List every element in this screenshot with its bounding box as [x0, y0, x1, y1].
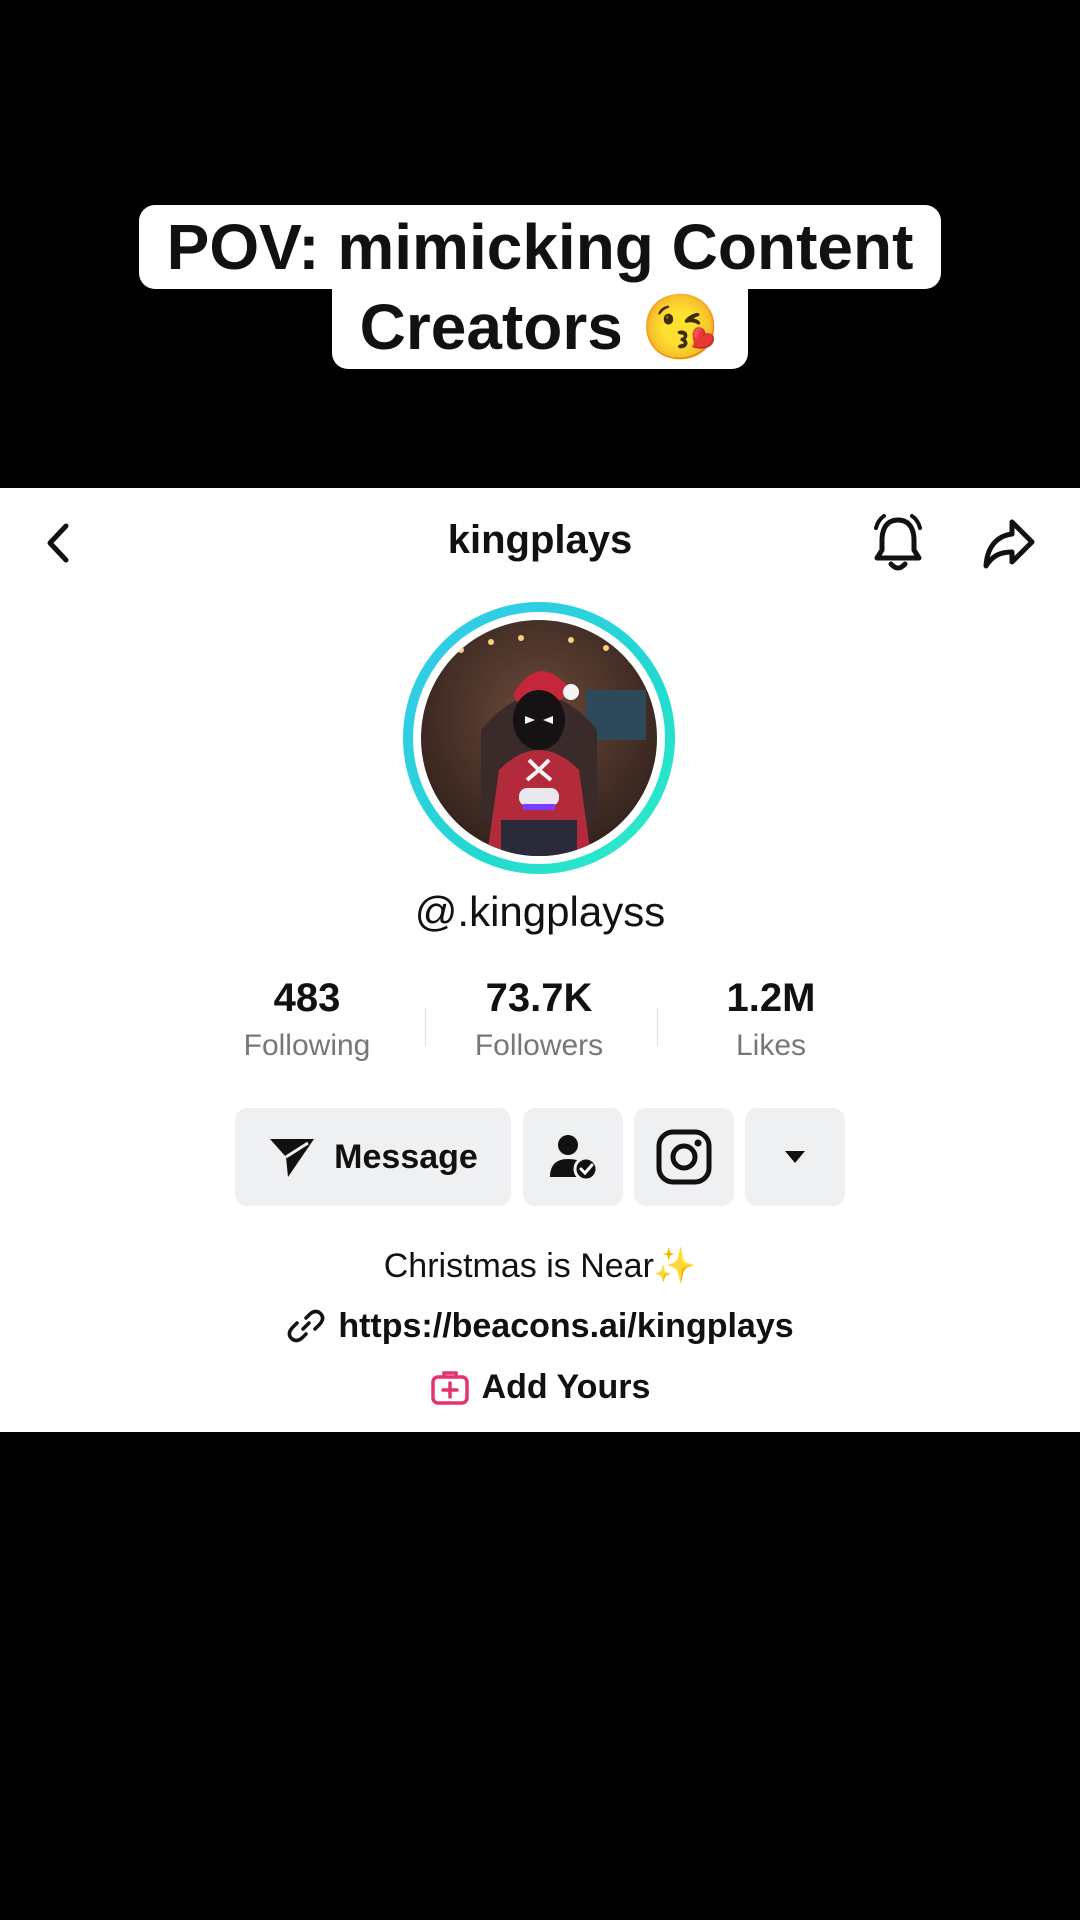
stat-value: 73.7K	[485, 976, 593, 1020]
message-label: Message	[334, 1137, 478, 1176]
avatar[interactable]	[421, 620, 657, 856]
caption-line-2: Creators 😘	[331, 285, 749, 369]
caret-down-icon	[785, 1151, 805, 1163]
profile-panel: kingplays @.kingplayss 483 Following 73.…	[0, 488, 1080, 1432]
stat-value: 1.2M	[726, 976, 816, 1020]
stat-label: Likes	[735, 1029, 807, 1062]
add-yours-icon	[430, 1370, 469, 1405]
instagram-icon	[656, 1129, 712, 1185]
send-icon	[270, 1139, 315, 1177]
share-arrow-icon[interactable]	[980, 514, 1038, 572]
avatar-ring[interactable]	[403, 602, 675, 874]
stat-divider	[425, 1008, 426, 1046]
more-dropdown-button[interactable]	[745, 1108, 845, 1206]
add-yours-label: Add Yours	[481, 1368, 651, 1406]
bio-text: Christmas is Near✨	[383, 1247, 697, 1285]
friends-button[interactable]	[523, 1108, 623, 1206]
message-button[interactable]: Message	[235, 1108, 511, 1206]
caption-line-1: POV: mimicking Content	[138, 205, 942, 289]
stat-label: Following	[243, 1029, 371, 1062]
user-check-icon	[550, 1135, 598, 1181]
username-handle: @.kingplayss	[414, 888, 666, 935]
bell-icon[interactable]	[868, 512, 928, 574]
top-bar: kingplays	[0, 488, 1080, 598]
video-caption: POV: mimicking Content Creators 😘	[0, 205, 1080, 369]
link-icon	[287, 1309, 325, 1343]
bio-link-text: https://beacons.ai/kingplays	[338, 1306, 794, 1345]
stats-row: 483 Following 73.7K Followers 1.2M Likes	[0, 976, 1080, 1076]
stat-value: 483	[273, 976, 341, 1020]
instagram-button[interactable]	[634, 1108, 734, 1206]
stat-following[interactable]: 483 Following	[197, 976, 417, 1063]
stat-likes[interactable]: 1.2M Likes	[661, 976, 881, 1063]
stat-label: Followers	[474, 1029, 604, 1062]
stat-followers[interactable]: 73.7K Followers	[429, 976, 649, 1063]
stat-divider	[657, 1008, 658, 1046]
add-yours[interactable]: Add Yours	[0, 1368, 1080, 1407]
bio-link[interactable]: https://beacons.ai/kingplays	[0, 1306, 1080, 1346]
